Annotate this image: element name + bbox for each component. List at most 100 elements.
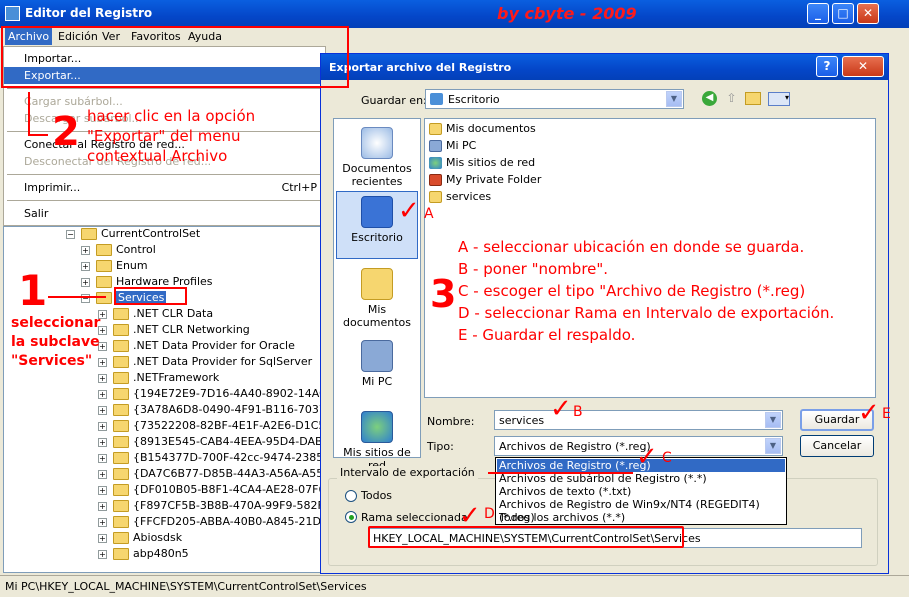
intervalo-legend: Intervalo de exportación <box>337 466 478 479</box>
expand-icon[interactable]: + <box>98 517 107 527</box>
computer-icon <box>429 140 442 152</box>
check-mark-icon: ✓ <box>550 394 572 424</box>
tree-node[interactable]: + {73522208-82BF-4E1F-A2E6-D1C56B7 <box>98 418 325 434</box>
tree-node[interactable]: + {194E72E9-7D16-4A40-8902-14AC33E <box>98 386 325 402</box>
file-item[interactable]: Mis sitios de red <box>429 155 535 171</box>
tree-node[interactable]: + Control <box>81 242 156 258</box>
dialog-close-button[interactable]: ✕ <box>842 56 884 77</box>
file-label: services <box>446 190 492 203</box>
minimize-button[interactable]: _ <box>807 3 829 24</box>
tree-label: {DF010B05-B8F1-4CA4-AE28-07F6218 <box>133 483 326 496</box>
new-folder-icon[interactable] <box>745 92 761 105</box>
up-folder-icon[interactable]: ⇧ <box>724 91 739 106</box>
tree-label: .NET Data Provider for SqlServer <box>133 355 313 368</box>
folder-icon <box>113 420 129 432</box>
check-mark-icon: ✓ <box>398 196 420 226</box>
tree-node[interactable]: + {DF010B05-B8F1-4CA4-AE28-07F6218 <box>98 482 326 498</box>
place-documentos-recientes[interactable]: Documentos recientes <box>336 123 418 191</box>
tree-node[interactable]: + {3A78A6D8-0490-4F91-B116-7037366 <box>98 402 325 418</box>
expand-icon[interactable]: + <box>98 469 107 479</box>
expand-icon[interactable]: + <box>98 549 107 559</box>
folder-icon <box>429 123 442 135</box>
step3-number: 3 <box>430 272 457 316</box>
step3-line-b: B - poner "nombre". <box>458 260 609 278</box>
expand-icon[interactable]: + <box>98 485 107 495</box>
menu-separator <box>7 88 322 89</box>
expand-icon[interactable]: + <box>98 421 107 431</box>
view-menu-icon[interactable]: ▾ <box>768 92 790 106</box>
file-label: My Private Folder <box>446 173 542 186</box>
menu-item-salir[interactable]: Salir <box>4 205 325 222</box>
menu-separator <box>7 174 322 175</box>
folder-icon <box>113 372 129 384</box>
tree-node[interactable]: + {FFCFD205-ABBA-40B0-A845-21DCC8 <box>98 514 325 530</box>
expand-icon[interactable]: + <box>98 453 107 463</box>
tree-node[interactable]: + {DA7C6B77-D85B-44A3-A56A-A55C7C <box>98 466 326 482</box>
tree-node[interactable]: + .NET CLR Data <box>98 306 213 322</box>
expand-icon[interactable]: + <box>81 261 90 271</box>
rama-label: Rama seleccionada <box>361 511 468 524</box>
expand-icon[interactable]: + <box>98 389 107 399</box>
registry-tree: − CurrentControlSet + Control + Enum + Hardw… <box>3 226 326 573</box>
expand-icon[interactable]: + <box>98 405 107 415</box>
private-folder-icon <box>429 174 442 186</box>
chevron-down-icon[interactable]: ▼ <box>666 91 682 107</box>
expand-icon[interactable]: + <box>98 501 107 511</box>
expand-icon[interactable]: + <box>81 245 90 255</box>
tree-node[interactable]: + .NETFramework <box>98 370 219 386</box>
chevron-down-icon[interactable]: ▼ <box>765 438 781 454</box>
tree-label: .NET CLR Networking <box>133 323 250 336</box>
close-button[interactable]: ✕ <box>857 3 879 24</box>
tree-node[interactable]: + {F897CF5B-3B8B-470A-99F9-582F726 <box>98 498 325 514</box>
step3-line-c: C - escoger el tipo "Archivo de Registro… <box>458 282 806 300</box>
tree-node-currentcontrolset[interactable]: − CurrentControlSet <box>66 227 200 242</box>
tree-node[interactable]: + .NET CLR Networking <box>98 322 250 338</box>
tree-node[interactable]: + abp480n5 <box>98 546 189 562</box>
main-titlebar: Editor del Registro _ □ ✕ <box>0 0 909 28</box>
nombre-input[interactable]: services ▼ <box>494 410 783 430</box>
cancelar-button[interactable]: Cancelar <box>800 435 874 457</box>
file-item[interactable]: My Private Folder <box>429 172 541 188</box>
tipo-option[interactable]: Archivos de texto (*.txt) <box>497 485 785 498</box>
tree-node[interactable]: + Enum <box>81 258 148 274</box>
guardar-en-label: Guardar en: <box>361 94 427 107</box>
radio-rama-seleccionada[interactable] <box>345 511 357 523</box>
folder-icon <box>81 228 97 240</box>
file-item[interactable]: Mis documentos <box>429 121 536 137</box>
tree-node[interactable]: + Abiosdsk <box>98 530 182 546</box>
menu-item-imprimir[interactable]: Imprimir... Ctrl+P <box>4 179 325 196</box>
help-button[interactable]: ? <box>816 56 838 77</box>
radio-todos[interactable] <box>345 490 357 502</box>
expand-icon[interactable]: + <box>98 437 107 447</box>
tree-label: {DA7C6B77-D85B-44A3-A56A-A55C7C <box>133 467 326 480</box>
expand-icon[interactable]: + <box>98 533 107 543</box>
collapse-icon[interactable]: − <box>66 229 75 239</box>
tree-label: {194E72E9-7D16-4A40-8902-14AC33E <box>133 387 325 400</box>
folder-icon <box>113 468 129 480</box>
file-item[interactable]: services <box>429 189 491 205</box>
tree-node[interactable]: + .NET Data Provider for SqlServer <box>98 354 312 370</box>
desktop-icon <box>361 196 393 228</box>
step2-line: contextual Archivo <box>87 147 228 165</box>
place-mis-documentos[interactable]: Mis documentos <box>336 264 418 332</box>
step3-instructions: A - seleccionar ubicación en donde se gu… <box>458 236 834 346</box>
expand-icon[interactable]: + <box>98 373 107 383</box>
tree-node[interactable]: + {B154377D-700F-42cc-9474-23858FB <box>98 450 325 466</box>
expand-icon[interactable]: + <box>81 277 90 287</box>
folder-open-icon <box>96 292 112 304</box>
step3-line-e: E - Guardar el respaldo. <box>458 326 636 344</box>
tree-node[interactable]: + {8913E545-CAB4-4EEA-95D4-DAB74F <box>98 434 325 450</box>
annotation-arrow-2 <box>28 92 48 136</box>
step3-line-d: D - seleccionar Rama en Intervalo de exp… <box>458 304 835 322</box>
tree-node[interactable]: + .NET Data Provider for Oracle <box>98 338 295 354</box>
place-mis-sitios-de-red[interactable]: Mis sitios de red <box>336 407 418 475</box>
tipo-option[interactable]: Todos los archivos (*.*) <box>497 511 785 524</box>
place-mi-pc[interactable]: Mi PC <box>336 336 418 404</box>
guardar-en-combo[interactable]: Escritorio ▼ <box>425 89 684 109</box>
back-icon[interactable]: ◀ <box>702 91 717 106</box>
tipo-option[interactable]: Archivos de Registro de Win9x/NT4 (REGED… <box>497 498 785 524</box>
chevron-down-icon[interactable]: ▼ <box>765 412 781 428</box>
collapse-icon[interactable]: − <box>81 293 90 303</box>
maximize-button[interactable]: □ <box>832 3 854 24</box>
file-item[interactable]: Mi PC <box>429 138 476 154</box>
